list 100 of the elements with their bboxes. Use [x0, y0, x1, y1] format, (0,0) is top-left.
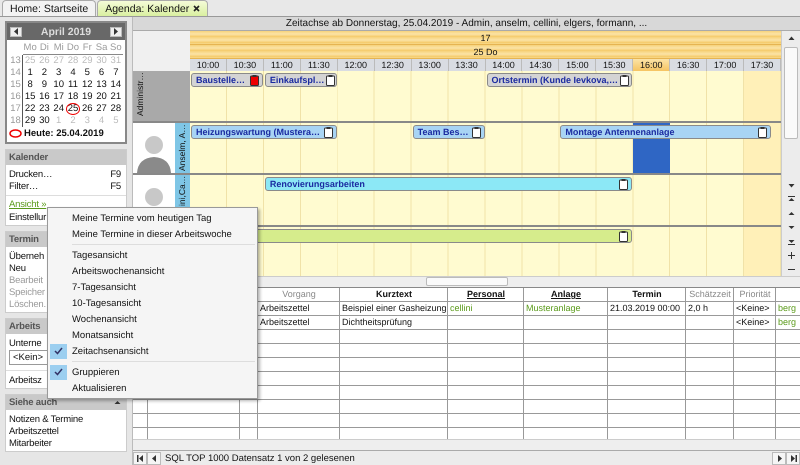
menu-item[interactable]: Wochenansicht: [50, 311, 255, 327]
calendar-day[interactable]: 21: [108, 91, 123, 103]
section-title: Kalender: [9, 152, 48, 163]
calendar-day[interactable]: 6: [94, 67, 109, 79]
column-header[interactable]: Schätzzeit: [686, 288, 734, 302]
column-header[interactable]: Priorität: [734, 288, 776, 302]
vertical-scrollbar[interactable]: [781, 31, 800, 276]
calendar-day[interactable]: 14: [108, 79, 123, 91]
section-title: Siehe auch: [9, 397, 58, 408]
menu-item[interactable]: Zeitachsenansicht: [50, 343, 255, 359]
calendar-day[interactable]: 3: [52, 67, 66, 79]
week-number: 13: [9, 55, 23, 67]
month-title: April 2019: [40, 26, 92, 38]
weekday-label: Mi: [52, 42, 66, 55]
appointment-bar[interactable]: Montage Antennenanlage: [560, 125, 771, 139]
calendar-day[interactable]: 8: [23, 79, 38, 91]
calendar-day[interactable]: 12: [80, 79, 94, 91]
item-label: Drucken…: [9, 168, 52, 180]
calendar-day[interactable]: 11: [66, 79, 80, 91]
calendar-day[interactable]: 7: [108, 67, 123, 79]
tab[interactable]: Agenda: Kalender: [97, 0, 208, 16]
menu-item[interactable]: Gruppieren: [50, 364, 255, 380]
calendar-day[interactable]: 10: [52, 79, 66, 91]
calendar-day[interactable]: 25: [66, 103, 80, 115]
appointment-bar[interactable]: Team Bes…: [412, 125, 484, 139]
column-header[interactable]: Termin: [608, 288, 686, 302]
time-header: 16:30: [670, 59, 708, 71]
time-header: 16:00: [633, 59, 670, 71]
menu-item[interactable]: Monatsansicht: [50, 327, 255, 343]
week-number: 16: [9, 91, 23, 103]
appointment-bar[interactable]: Einkaufspl…: [264, 73, 337, 87]
appointment-bar[interactable]: Renovierungsarbeiten: [264, 177, 632, 191]
sidebar-item[interactable]: Filter… F5: [6, 180, 126, 192]
sidebar-item[interactable]: Notizen & Termine: [6, 413, 126, 425]
table-cell-text: berg: [777, 316, 798, 329]
calendar-day[interactable]: 4: [66, 67, 80, 79]
calendar-day[interactable]: 29: [23, 115, 38, 127]
table-cell-text: 2,0 h: [687, 302, 710, 315]
calendar-day[interactable]: 23: [37, 103, 52, 115]
menu-item[interactable]: Tagesansicht: [50, 247, 255, 263]
scroll-thumb[interactable]: [426, 277, 508, 286]
down-arrow-icon: [788, 182, 794, 188]
section-title: Arbeits: [9, 321, 40, 332]
week-number: 17: [9, 103, 23, 115]
table-cell-text: berg: [777, 302, 798, 315]
calendar-day[interactable]: 27: [94, 103, 109, 115]
sidebar-link[interactable]: Ansicht »: [6, 199, 50, 211]
calendar-day[interactable]: 1: [23, 67, 38, 79]
calendar-day[interactable]: 26: [80, 103, 94, 115]
top-arrow-icon: [788, 196, 794, 202]
calendar-day[interactable]: 13: [94, 79, 109, 91]
item-label: Filter…: [9, 180, 38, 192]
scroll-thumb[interactable]: [784, 47, 798, 139]
time-header: 14:30: [522, 59, 560, 71]
appointment-bar[interactable]: Ortstermin (Kunde Ievkova,…: [486, 73, 632, 87]
appointment-bar[interactable]: Heizungswartung (Mustera…: [191, 125, 337, 139]
week-number: 14: [9, 67, 23, 79]
calendar-day[interactable]: 28: [108, 103, 123, 115]
calendar-day[interactable]: 19: [80, 91, 94, 103]
calendar-day[interactable]: 20: [94, 91, 109, 103]
menu-item[interactable]: Arbeitswochenansicht: [50, 263, 255, 279]
close-icon[interactable]: [193, 5, 200, 12]
calendar-day[interactable]: 9: [37, 79, 52, 91]
sidebar-item[interactable]: Drucken… F9: [6, 168, 126, 180]
calendar-day[interactable]: 5: [80, 67, 94, 79]
right-arrow-icon: [776, 454, 782, 462]
table-cell-text: Arbeitszettel: [259, 316, 311, 329]
time-header: 11:00: [264, 59, 301, 71]
calendar-day[interactable]: 22: [23, 103, 38, 115]
column-header[interactable]: Personal: [448, 288, 524, 302]
calendar-day[interactable]: 17: [52, 91, 66, 103]
calendar-day[interactable]: 16: [37, 91, 52, 103]
table-cell-text: Musteranlage: [525, 302, 582, 315]
next-record-button[interactable]: [772, 452, 786, 464]
column-header[interactable]: Kurztext: [340, 288, 448, 302]
menu-item[interactable]: Meine Termine in dieser Arbeitswoche: [50, 226, 255, 242]
calendar-day[interactable]: 18: [66, 91, 80, 103]
time-header: 11:30: [300, 59, 338, 71]
menu-item[interactable]: 7-Tagesansicht: [50, 279, 255, 295]
appointment-title: Heizungswartung (Mustera…: [196, 127, 320, 137]
last-record-button[interactable]: [786, 452, 800, 464]
time-header: 17:00: [707, 59, 744, 71]
menu-item[interactable]: Aktualisieren: [50, 380, 255, 396]
previous-record-button[interactable]: [147, 452, 161, 464]
previous-month-button[interactable]: [10, 26, 22, 36]
calendar-day[interactable]: 30: [37, 115, 52, 127]
time-header: 10:00: [190, 59, 227, 71]
next-month-button[interactable]: [110, 26, 122, 36]
appointment-bar[interactable]: Baustelle…: [191, 73, 263, 87]
calendar-day[interactable]: 24: [52, 103, 66, 115]
sidebar-item[interactable]: Mitarbeiter: [6, 437, 126, 449]
first-record-button[interactable]: [133, 452, 147, 464]
sidebar-item[interactable]: Arbeitszettel: [6, 425, 126, 437]
week-number: 15: [9, 79, 23, 91]
column-header[interactable]: Anlage: [524, 288, 608, 302]
tab[interactable]: Home: Startseite: [2, 0, 96, 16]
calendar-day[interactable]: 2: [37, 67, 52, 79]
column-header[interactable]: Vorgang: [258, 288, 340, 302]
calendar-day[interactable]: 15: [23, 91, 38, 103]
menu-item[interactable]: 10-Tagesansicht: [50, 295, 255, 311]
